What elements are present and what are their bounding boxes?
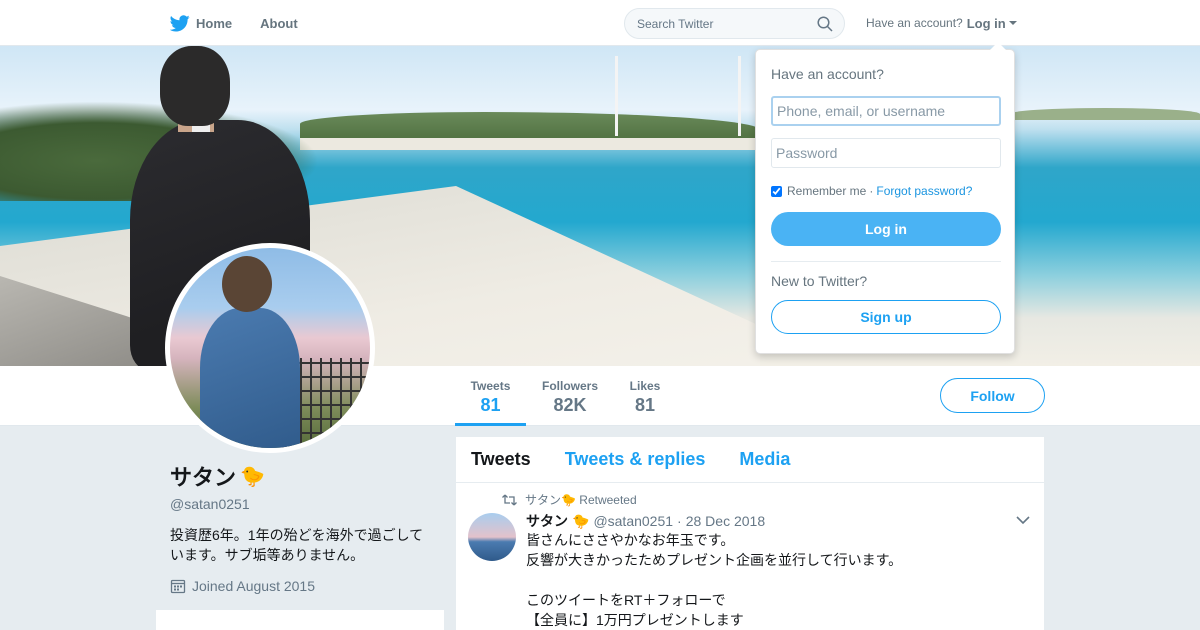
chevron-down-icon[interactable] [1016,515,1030,525]
profile-handle[interactable]: @satan0251 [170,496,440,512]
avatar[interactable] [165,243,375,453]
caret-down-icon [1008,21,1017,25]
calendar-icon [170,579,186,594]
dropdown-arrow [990,42,1006,50]
timeline: Tweets Tweets & replies Media サタン🐤 Retwe… [456,437,1044,630]
side-card [156,610,444,630]
chick-emoji-icon: 🐤 [572,512,590,529]
stat-label: Followers [541,379,598,393]
login-dropdown: Have an account? Remember me · Forgot pa… [755,42,1015,354]
tab-tweets[interactable]: Tweets [471,449,531,470]
stat-tweets[interactable]: Tweets 81 [455,366,526,426]
retweeted-by-text[interactable]: サタン🐤 Retweeted [525,491,637,508]
stat-likes[interactable]: Likes 81 [622,366,668,426]
login-button[interactable]: Log in [771,212,1001,246]
new-to-twitter-label: New to Twitter? [771,273,868,289]
banner-turbine [738,56,741,136]
tab-media[interactable]: Media [739,449,790,470]
retweet-icon [502,494,517,505]
search-box [624,8,845,39]
avatar-jacket [200,308,300,448]
stat-followers[interactable]: Followers 82K [536,366,604,426]
tweet-text-line: 皆さんにささやかなお年玉です。 [526,532,735,548]
profile-bio: 投資歴6年。1年の殆どを海外で過ごしています。サブ垢等ありません。 [170,527,424,563]
profile-card: サタン 🐤 @satan0251 投資歴6年。1年の殆どを海外で過ごしています。… [170,460,440,594]
tweet-text-line: 【全員に】1万円プレゼントします [526,612,744,628]
username-field[interactable] [771,96,1001,126]
stat-label: Likes [629,379,661,393]
avatar-image [170,248,370,448]
remember-me-checkbox[interactable] [771,185,782,197]
profile-name-text: サタン [170,465,237,490]
nav-home-label: Home [196,15,233,31]
tab-tweets-and-replies[interactable]: Tweets & replies [565,449,706,470]
signup-button[interactable]: Sign up [771,300,1001,334]
password-field[interactable] [771,138,1001,168]
login-toggle[interactable]: Have an account? Log in [866,0,1017,46]
tweet-author-name[interactable]: サタン [526,511,568,531]
tweet-separator: · [677,513,682,529]
login-dropdown-title: Have an account? [771,66,884,82]
stat-label: Tweets [470,379,511,393]
tweet-text-line [526,570,1026,590]
twitter-bird-icon [170,14,190,31]
tweet-text-line: 反響が大きかったためプレゼント企画を並行して行います。 [526,552,903,568]
remember-row: Remember me · Forgot password? [771,184,972,198]
retweet-context: サタン🐤 Retweeted [502,491,637,508]
remember-me-label[interactable]: Remember me [787,184,866,198]
tweet-text-line: このツイートをRT＋フォローで [526,592,726,608]
stat-value: 81 [480,395,501,415]
nav-home[interactable]: Home [170,14,233,32]
nav-left: Home About [170,0,326,46]
tweet-avatar[interactable] [468,513,516,561]
tweet-text: 皆さんにささやかなお年玉です。 反響が大きかったためプレゼント企画を並行して行い… [526,530,1026,630]
nav-about-label: About [260,15,298,31]
stat-value: 82K [553,395,587,415]
banner-far-island [1010,108,1200,120]
dropdown-divider [771,261,1001,262]
remember-separator: · [869,184,874,198]
chick-emoji-icon: 🐤 [240,465,265,488]
avatar-hair [222,256,272,312]
top-nav-bar: Home About Have an account? Log in [0,0,1200,46]
tweet-author-handle[interactable]: @satan0251 [593,513,673,529]
stat-value: 81 [634,395,656,415]
banner-shore [300,138,760,150]
banner-person-head [160,46,230,126]
tweet-header: サタン 🐤 @satan0251 · 28 Dec 2018 [526,511,765,531]
profile-joined-text: Joined August 2015 [192,578,315,594]
search-icon[interactable] [817,16,833,32]
nav-about[interactable]: About [260,16,298,31]
follow-button[interactable]: Follow [940,378,1045,413]
search-input[interactable] [625,9,815,38]
timeline-tabs: Tweets Tweets & replies Media [456,437,1044,483]
profile-name[interactable]: サタン 🐤 [170,460,440,492]
tweet-date[interactable]: 28 Dec 2018 [686,513,765,529]
banner-turbine [615,56,618,136]
forgot-password-link[interactable]: Forgot password? [876,184,972,198]
profile-joined: Joined August 2015 [170,578,440,594]
login-link-label[interactable]: Log in [967,16,1006,31]
have-account-label: Have an account? [866,16,963,30]
